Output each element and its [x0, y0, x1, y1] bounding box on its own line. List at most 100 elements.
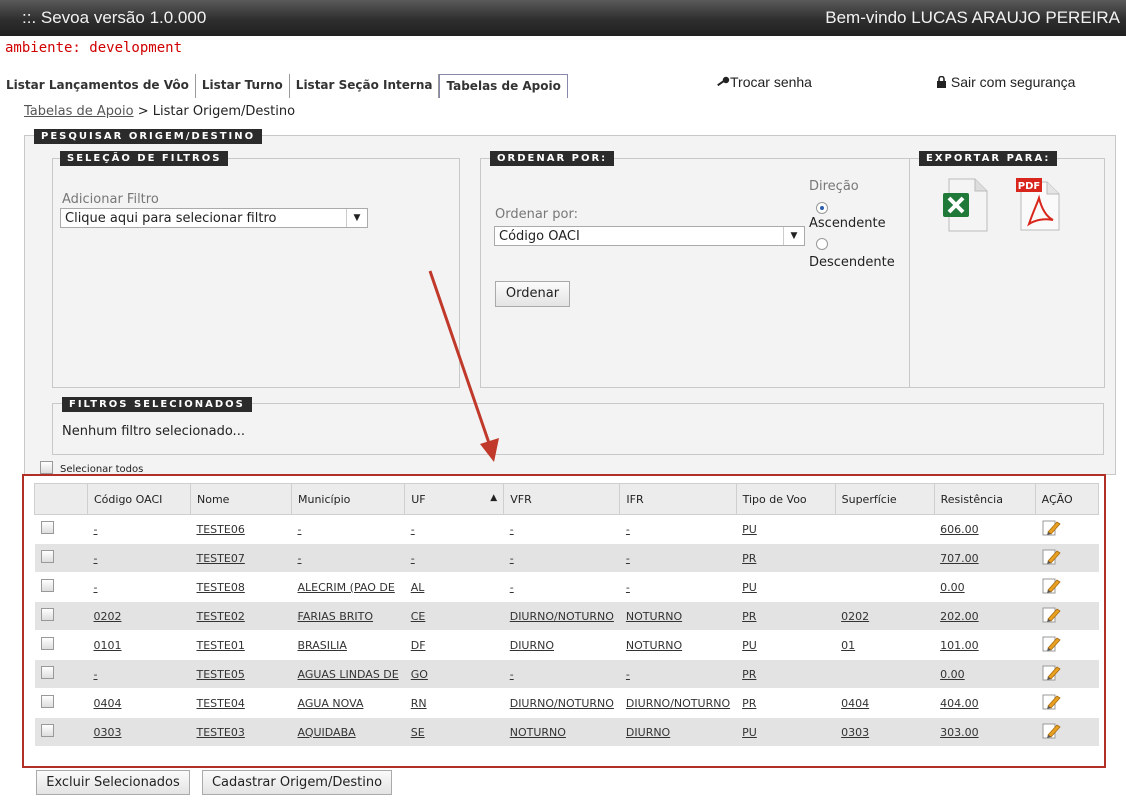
ascending-radio[interactable] — [816, 202, 828, 214]
edit-pencil-icon[interactable] — [1041, 635, 1061, 653]
column-header-surface[interactable]: Superfície — [834, 483, 935, 515]
cell-oaci-link[interactable]: - — [94, 668, 98, 681]
row-checkbox[interactable] — [40, 579, 54, 592]
cell-resistance-link[interactable]: 404.00 — [940, 697, 979, 710]
change-password-link[interactable]: Trocar senha — [716, 74, 812, 90]
filter-select[interactable]: Clique aqui para selecionar filtro ▼ — [60, 208, 368, 228]
row-checkbox[interactable] — [40, 666, 54, 679]
cell-ifr-link[interactable]: - — [626, 552, 630, 565]
cell-vfr-link[interactable]: - — [510, 668, 514, 681]
edit-pencil-icon[interactable] — [1041, 577, 1061, 595]
cell-vfr-link[interactable]: - — [510, 523, 514, 536]
column-header-oaci[interactable]: Código OACI — [87, 483, 191, 515]
row-checkbox[interactable] — [40, 550, 54, 563]
cell-vfr-link[interactable]: NOTURNO — [510, 726, 566, 739]
cell-resistance-link[interactable]: 707.00 — [940, 552, 979, 565]
cell-oaci-link[interactable]: 0202 — [94, 610, 122, 623]
row-checkbox[interactable] — [40, 695, 54, 708]
cell-vfr-link[interactable]: - — [510, 552, 514, 565]
nav-item-flight-launches[interactable]: Listar Lançamentos de Vôo — [0, 74, 196, 98]
cell-surface-link[interactable]: 0202 — [841, 610, 869, 623]
cell-oaci-link[interactable]: - — [94, 581, 98, 594]
nav-item-support-tables[interactable]: Tabelas de Apoio — [439, 74, 568, 98]
order-by-select[interactable]: Código OACI ▼ — [494, 226, 805, 246]
cell-vfr-link[interactable]: DIURNO/NOTURNO — [510, 697, 614, 710]
cell-name-link[interactable]: TESTE04 — [197, 697, 245, 710]
cell-surface-link[interactable]: 01 — [841, 639, 855, 652]
column-header-uf[interactable]: UF ▲ — [404, 483, 505, 515]
cell-uf-link[interactable]: RN — [411, 697, 427, 710]
cell-surface-link[interactable]: 0404 — [841, 697, 869, 710]
cell-flight-type-link[interactable]: PR — [742, 668, 756, 681]
cell-ifr-link[interactable]: DIURNO — [626, 726, 670, 739]
descending-radio[interactable] — [816, 238, 828, 250]
cell-ifr-link[interactable]: DIURNO/NOTURNO — [626, 697, 730, 710]
cell-uf-link[interactable]: AL — [411, 581, 425, 594]
cell-resistance-link[interactable]: 606.00 — [940, 523, 979, 536]
cell-flight-type-link[interactable]: PR — [742, 552, 756, 565]
cell-name-link[interactable]: TESTE07 — [197, 552, 245, 565]
cell-oaci-link[interactable]: - — [94, 523, 98, 536]
column-header-resistance[interactable]: Resistência — [933, 483, 1036, 515]
cell-name-link[interactable]: TESTE02 — [197, 610, 245, 623]
cell-uf-link[interactable]: - — [411, 552, 415, 565]
row-checkbox[interactable] — [40, 724, 54, 737]
cell-flight-type-link[interactable]: PU — [742, 726, 757, 739]
edit-pencil-icon[interactable] — [1041, 722, 1061, 740]
column-header-name[interactable]: Nome — [190, 483, 292, 515]
cell-resistance-link[interactable]: 303.00 — [940, 726, 979, 739]
cell-ifr-link[interactable]: - — [626, 523, 630, 536]
logout-link[interactable]: Sair com segurança — [936, 74, 1075, 90]
cell-name-link[interactable]: TESTE06 — [197, 523, 245, 536]
nav-item-shifts[interactable]: Listar Turno — [196, 74, 290, 98]
cell-name-link[interactable]: TESTE05 — [197, 668, 245, 681]
edit-pencil-icon[interactable] — [1041, 548, 1061, 566]
cell-vfr-link[interactable]: DIURNO/NOTURNO — [510, 610, 614, 623]
cell-oaci-link[interactable]: 0101 — [94, 639, 122, 652]
pdf-export-icon[interactable]: PDF — [1015, 176, 1061, 232]
cell-municipality-link[interactable]: AGUAS LINDAS DE — [298, 668, 399, 681]
cell-name-link[interactable]: TESTE08 — [197, 581, 245, 594]
excel-export-icon[interactable] — [941, 177, 989, 233]
cell-oaci-link[interactable]: 0404 — [94, 697, 122, 710]
row-checkbox[interactable] — [40, 521, 54, 534]
column-header-ifr[interactable]: IFR — [619, 483, 737, 515]
column-header-vfr[interactable]: VFR — [503, 483, 621, 515]
cell-ifr-link[interactable]: - — [626, 581, 630, 594]
cell-uf-link[interactable]: CE — [411, 610, 426, 623]
cell-name-link[interactable]: TESTE01 — [197, 639, 245, 652]
cell-municipality-link[interactable]: ALECRIM (PAO DE — [298, 581, 395, 594]
create-origin-destination-button[interactable]: Cadastrar Origem/Destino — [202, 770, 392, 795]
cell-uf-link[interactable]: SE — [411, 726, 425, 739]
cell-flight-type-link[interactable]: PU — [742, 639, 757, 652]
cell-flight-type-link[interactable]: PR — [742, 697, 756, 710]
cell-oaci-link[interactable]: 0303 — [94, 726, 122, 739]
delete-selected-button[interactable]: Excluir Selecionados — [36, 770, 190, 795]
cell-flight-type-link[interactable]: PR — [742, 610, 756, 623]
cell-vfr-link[interactable]: - — [510, 581, 514, 594]
cell-municipality-link[interactable]: FARIAS BRITO — [298, 610, 374, 623]
cell-municipality-link[interactable]: AGUA NOVA — [298, 697, 364, 710]
select-all-checkbox[interactable] — [40, 461, 53, 474]
breadcrumb-link-support-tables[interactable]: Tabelas de Apoio — [24, 104, 134, 119]
cell-flight-type-link[interactable]: PU — [742, 523, 757, 536]
cell-municipality-link[interactable]: - — [298, 523, 302, 536]
cell-resistance-link[interactable]: 101.00 — [940, 639, 979, 652]
edit-pencil-icon[interactable] — [1041, 519, 1061, 537]
nav-item-internal-section[interactable]: Listar Seção Interna — [290, 74, 440, 98]
edit-pencil-icon[interactable] — [1041, 664, 1061, 682]
cell-vfr-link[interactable]: DIURNO — [510, 639, 554, 652]
cell-flight-type-link[interactable]: PU — [742, 581, 757, 594]
cell-uf-link[interactable]: GO — [411, 668, 428, 681]
edit-pencil-icon[interactable] — [1041, 693, 1061, 711]
cell-uf-link[interactable]: DF — [411, 639, 426, 652]
column-header-municipality[interactable]: Município — [290, 483, 406, 515]
cell-uf-link[interactable]: - — [411, 523, 415, 536]
cell-oaci-link[interactable]: - — [94, 552, 98, 565]
cell-municipality-link[interactable]: AQUIDABA — [298, 726, 356, 739]
row-checkbox[interactable] — [40, 608, 54, 621]
cell-ifr-link[interactable]: - — [626, 668, 630, 681]
cell-resistance-link[interactable]: 202.00 — [940, 610, 979, 623]
row-checkbox[interactable] — [40, 637, 54, 650]
cell-resistance-link[interactable]: 0.00 — [940, 668, 965, 681]
